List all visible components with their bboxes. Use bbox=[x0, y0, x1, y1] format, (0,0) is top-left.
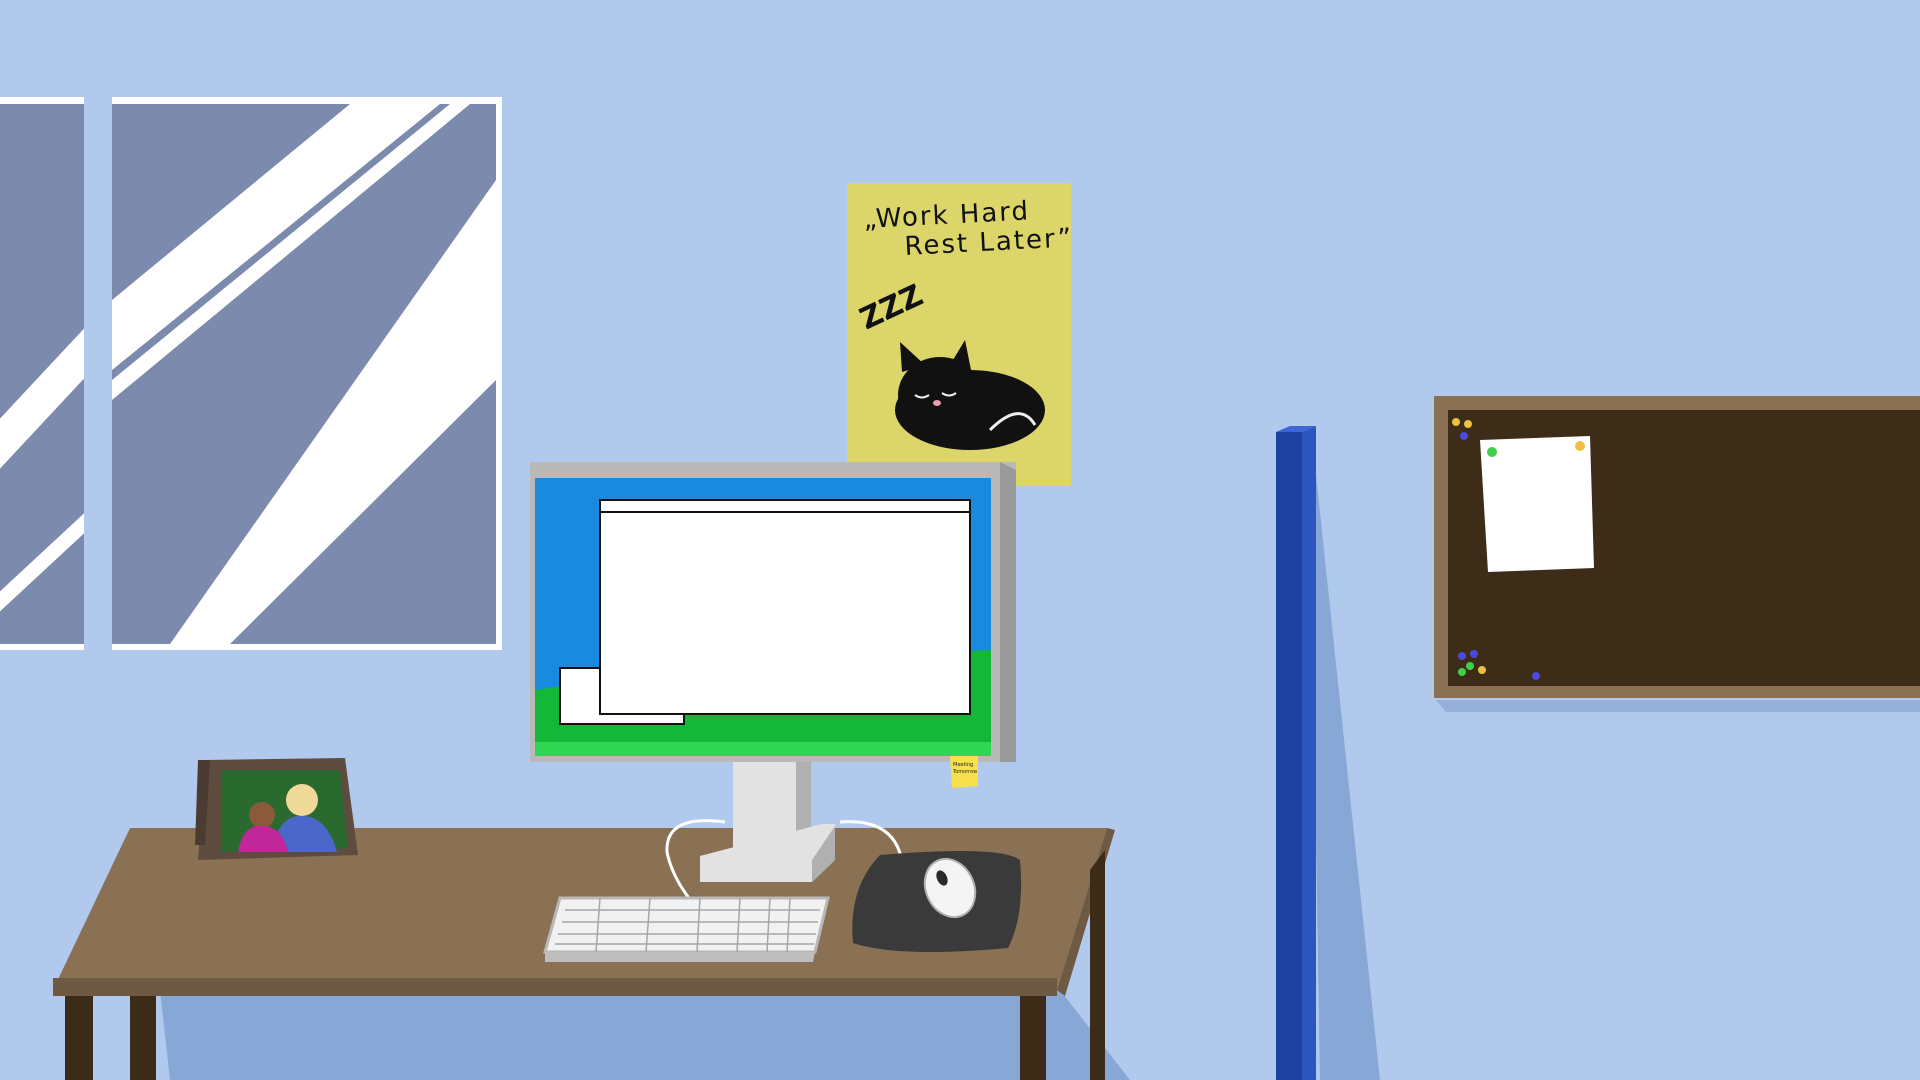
sticky-note-line-2: Tomorrow bbox=[952, 769, 977, 775]
pinned-paper bbox=[1480, 436, 1594, 572]
sticky-note: Meeting Tomorrow bbox=[950, 756, 978, 788]
family-photo bbox=[195, 758, 358, 860]
office-scene: „Work Hard Rest Later” ZZZ Meeting Tomor… bbox=[0, 0, 1920, 1080]
screen-window-front bbox=[599, 499, 971, 715]
motivational-poster: „Work Hard Rest Later” ZZZ bbox=[847, 183, 1074, 486]
keyboard bbox=[543, 896, 830, 962]
desk-shadow bbox=[160, 990, 1130, 1080]
window bbox=[0, 97, 502, 650]
bulletin-board bbox=[1434, 396, 1920, 712]
sticky-note-line-1: Meeting bbox=[953, 762, 973, 768]
